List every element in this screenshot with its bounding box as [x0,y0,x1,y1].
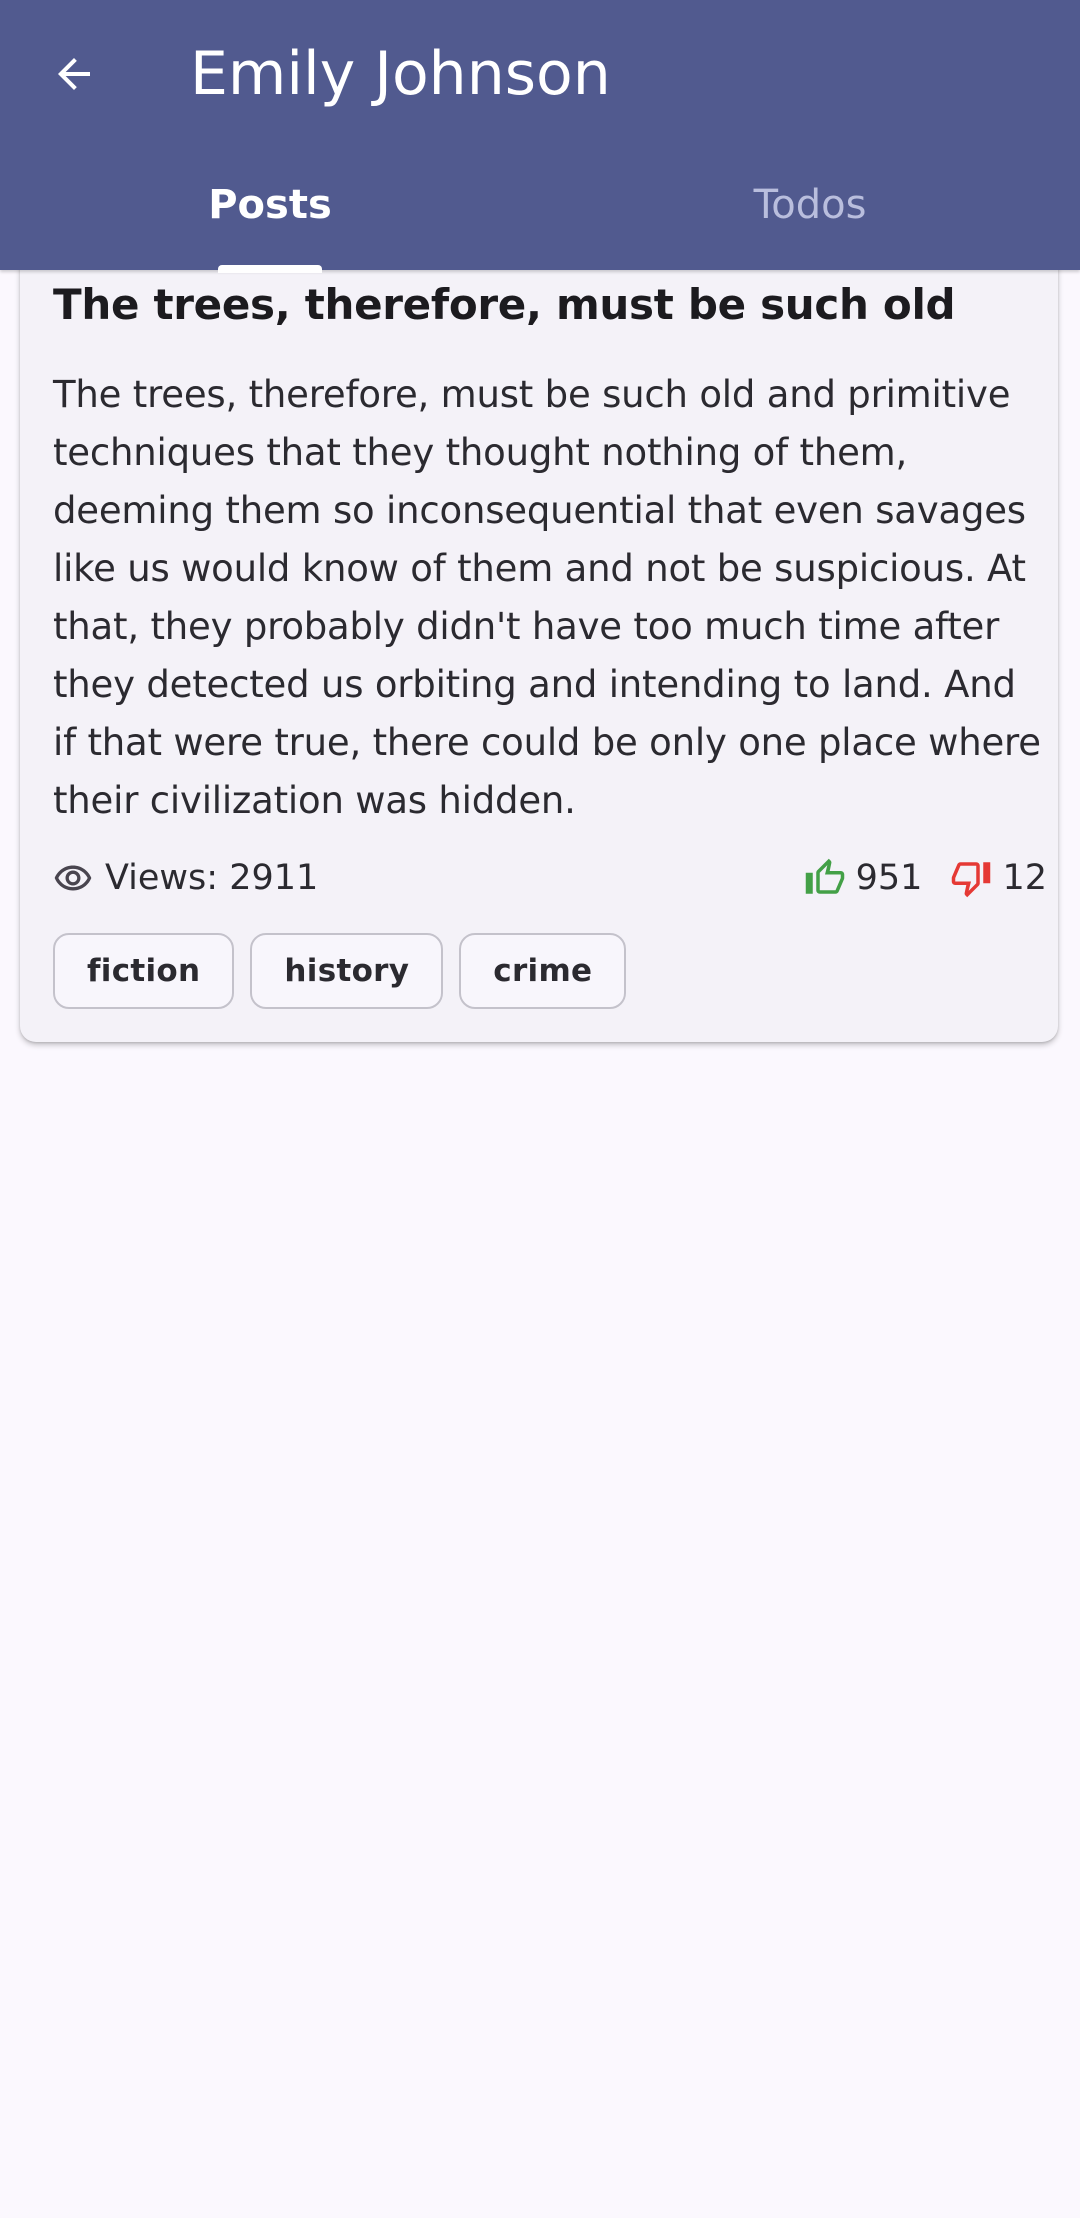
dislike-button[interactable]: 12 [950,857,1047,899]
views-info: Views: 2911 [53,853,318,903]
thumb-up-icon [805,858,844,894]
reactions: 951 12 [804,853,1047,903]
dislikes-count: 12 [1002,858,1047,898]
tab-todos-label: Todos [753,182,867,228]
post-body: The trees, therefore, must be such old a… [53,373,1041,822]
post-stats: Views: 2911 951 12 [53,853,1047,903]
like-button[interactable]: 951 [804,857,923,899]
views-count: Views: 2911 [105,858,319,898]
thumb-down-icon [952,862,991,898]
tab-todos[interactable]: Todos [540,160,1080,250]
likes-count: 951 [855,858,923,898]
app-bar: Emily Johnson Posts Todos [0,0,1080,270]
arrow-back-icon [58,58,90,90]
tag-chip-fiction[interactable]: fiction [53,933,235,1009]
tag-chip-history[interactable]: history [250,933,444,1009]
active-tab-indicator [218,265,322,273]
tab-bar: Posts Todos [0,160,1080,270]
tab-posts[interactable]: Posts [0,160,540,250]
tag-chip-crime[interactable]: crime [459,933,627,1009]
tag-list: fiction history crime [53,933,627,1009]
post-card[interactable]: The trees, therefore, must be such old T… [20,230,1058,1042]
eye-icon [54,865,92,891]
tab-posts-label: Posts [208,182,332,228]
post-title: The trees, therefore, must be such old [53,280,956,329]
page-title: Emily Johnson [190,39,611,109]
back-button[interactable] [34,34,114,114]
